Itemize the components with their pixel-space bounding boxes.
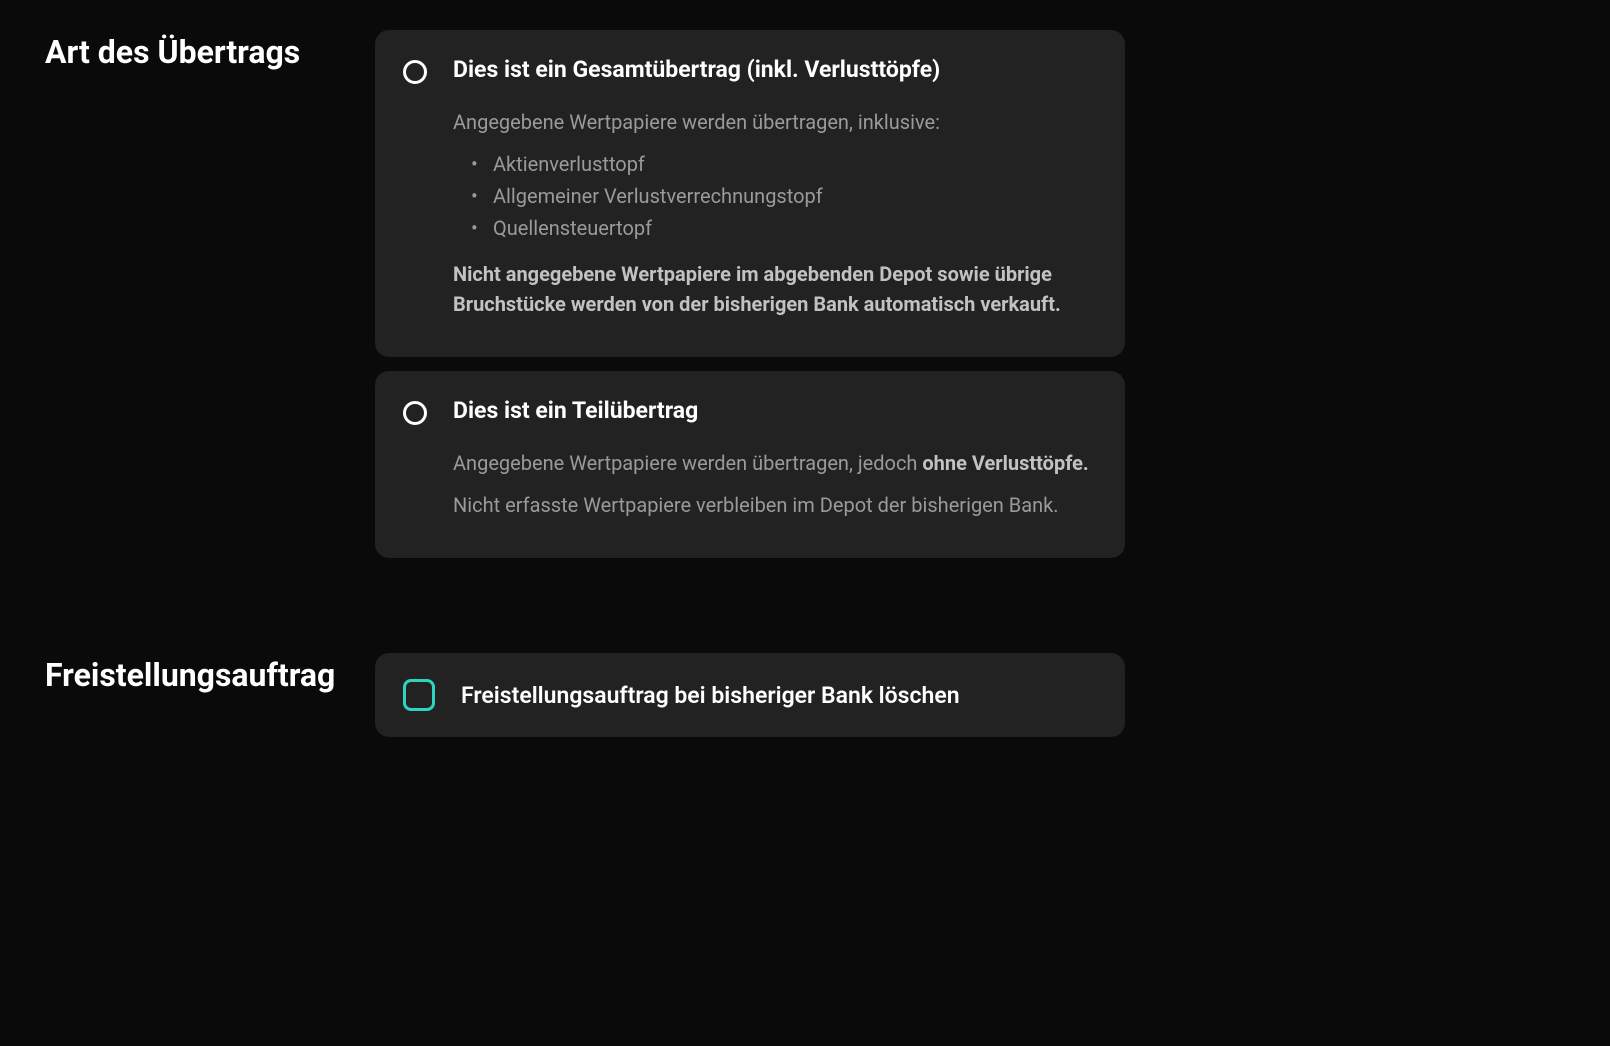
option-partial-transfer[interactable]: Dies ist ein Teilübertrag Angegebene Wer… <box>375 371 1125 558</box>
radio-full-transfer-row[interactable]: Dies ist ein Gesamtübertrag (inkl. Verlu… <box>403 56 1097 331</box>
option-partial-transfer-line2: Nicht erfasste Wertpapiere verbleiben im… <box>453 490 1097 520</box>
option-full-transfer-intro: Angegebene Wertpapiere werden übertragen… <box>453 107 1097 137</box>
option-full-transfer-description: Angegebene Wertpapiere werden übertragen… <box>453 107 1097 319</box>
checkbox-delete-exemption[interactable]: Freistellungsauftrag bei bisheriger Bank… <box>403 679 1097 711</box>
option-partial-transfer-title: Dies ist ein Teilübertrag <box>453 397 1097 424</box>
transfer-type-section: Art des Übertrags Dies ist ein Gesamtübe… <box>45 30 1565 558</box>
checkbox-icon[interactable] <box>403 679 435 711</box>
option-full-transfer-notice: Nicht angegebene Wertpapiere im abgebend… <box>453 259 1097 319</box>
exemption-card[interactable]: Freistellungsauftrag bei bisheriger Bank… <box>375 653 1125 737</box>
list-item: Allgemeiner Verlustverrechnungstopf <box>493 181 1097 211</box>
option-partial-transfer-content: Dies ist ein Teilübertrag Angegebene Wer… <box>453 397 1097 532</box>
option-partial-transfer-line1: Angegebene Wertpapiere werden übertragen… <box>453 448 1097 478</box>
exemption-content: Freistellungsauftrag bei bisheriger Bank… <box>375 653 1125 737</box>
exemption-heading: Freistellungs­auftrag <box>45 653 345 737</box>
radio-icon[interactable] <box>403 401 427 425</box>
transfer-type-options: Dies ist ein Gesamtübertrag (inkl. Verlu… <box>375 30 1125 558</box>
list-item: Aktienverlusttopf <box>493 149 1097 179</box>
list-item: Quellensteuertopf <box>493 213 1097 243</box>
radio-partial-transfer-row[interactable]: Dies ist ein Teilübertrag Angegebene Wer… <box>403 397 1097 532</box>
option-partial-transfer-description: Angegebene Wertpapiere werden übertragen… <box>453 448 1097 520</box>
transfer-type-heading: Art des Übertrags <box>45 30 345 558</box>
option-full-transfer-content: Dies ist ein Gesamtübertrag (inkl. Verlu… <box>453 56 1097 331</box>
option-full-transfer-title: Dies ist ein Gesamtübertrag (inkl. Verlu… <box>453 56 1097 83</box>
option-full-transfer-list: Aktienverlusttopf Allgemeiner Verlustver… <box>453 149 1097 243</box>
radio-icon[interactable] <box>403 60 427 84</box>
option-full-transfer[interactable]: Dies ist ein Gesamtübertrag (inkl. Verlu… <box>375 30 1125 357</box>
exemption-section: Freistellungs­auftrag Freistellungsauftr… <box>45 653 1565 737</box>
checkbox-delete-exemption-label: Freistellungsauftrag bei bisheriger Bank… <box>461 682 960 709</box>
